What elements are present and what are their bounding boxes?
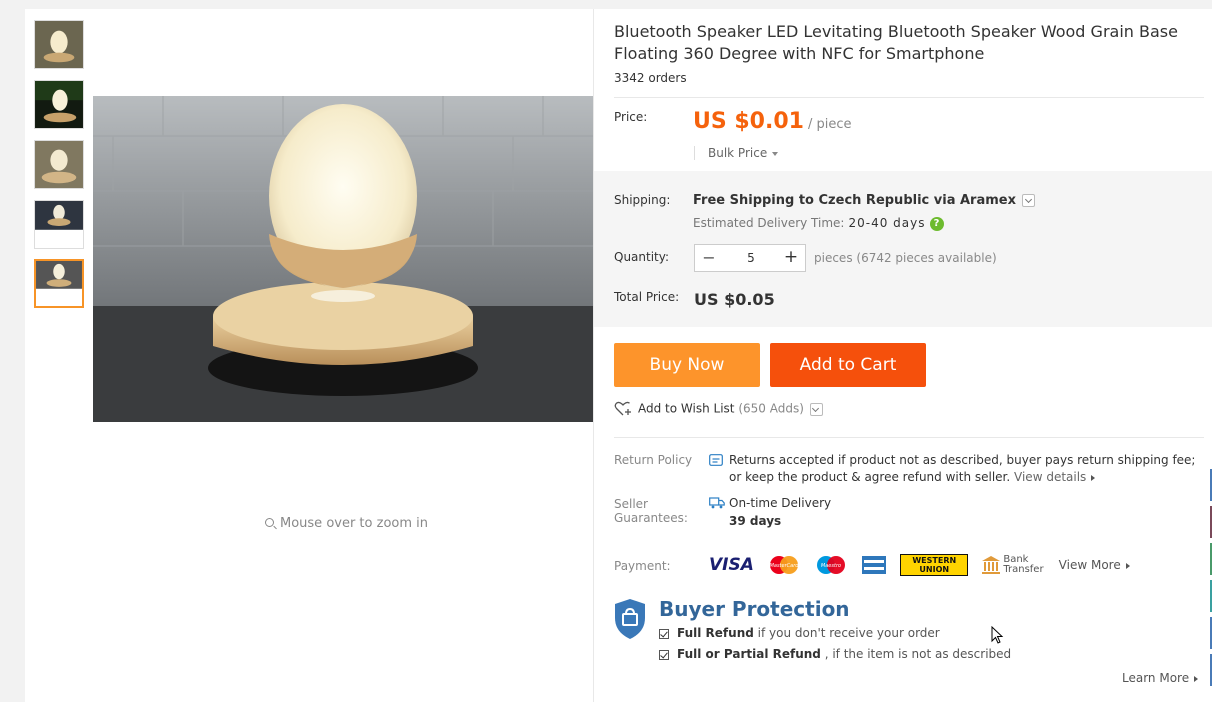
chevron-down-icon[interactable] — [1022, 194, 1035, 207]
protection-item-1: Full Refund if you don't receive your or… — [659, 626, 940, 640]
mastercard-text: MasterCard — [770, 563, 800, 569]
delivery-days: 20-40 days — [848, 216, 926, 230]
seller-label: Seller — [614, 497, 648, 511]
thumbnail-image — [35, 81, 83, 128]
price-value: US $0.01 — [693, 109, 804, 134]
column-divider — [593, 9, 594, 702]
quantity-label: Quantity: — [614, 250, 670, 264]
thumbnail-image — [36, 261, 82, 306]
quantity-stepper: − 5 + — [694, 244, 806, 272]
thumbnail-image — [35, 21, 83, 68]
buyer-protection-title: Buyer Protection — [659, 597, 850, 621]
heart-plus-icon — [614, 401, 631, 416]
bank-transfer-text: Bank Transfer — [1003, 555, 1043, 575]
view-more-link[interactable]: View More — [1059, 558, 1130, 572]
learn-more-label: Learn More — [1122, 671, 1190, 685]
wishlist-count: (650 Adds) — [738, 401, 804, 416]
bank-transfer-logo: Bank Transfer — [981, 555, 1044, 576]
thumbnail-5[interactable] — [34, 259, 84, 308]
view-details-label: View details — [1014, 470, 1087, 484]
quantity-plus-button[interactable]: + — [777, 245, 805, 271]
delivery-guarantee-days: 39 days — [729, 514, 782, 528]
caret-down-icon — [772, 151, 779, 156]
product-title: Bluetooth Speaker LED Levitating Bluetoo… — [614, 22, 1178, 63]
price-unit: / piece — [807, 117, 852, 132]
bulk-price-dropdown[interactable]: Bulk Price — [694, 146, 779, 160]
arrow-right-icon — [1091, 474, 1096, 481]
bulk-price-label: Bulk Price — [708, 146, 768, 160]
price-label: Price: — [614, 110, 648, 124]
divider — [614, 437, 1204, 438]
protection-item-2: Full or Partial Refund , if the item is … — [659, 647, 1011, 661]
chevron-down-icon[interactable] — [809, 402, 823, 416]
wishlist-label: Add to Wish List — [638, 401, 735, 416]
maestro-text: Maestro — [821, 563, 841, 569]
arrow-right-icon — [1194, 675, 1199, 682]
thumbnail-1[interactable] — [34, 20, 84, 69]
western-union-logo: WESTERN UNION — [900, 554, 969, 576]
return-policy-text: Returns accepted if product not as descr… — [729, 452, 1209, 486]
return-icon — [709, 454, 723, 466]
delivery-estimate: Estimated Delivery Time: 20-40 days? — [693, 216, 944, 231]
thumbnail-image — [35, 141, 83, 188]
add-to-wishlist[interactable]: Add to Wish List (650 Adds) — [614, 401, 823, 417]
checkbox-icon — [659, 649, 669, 660]
price: US $0.01/ piece — [693, 109, 852, 134]
guarantees-label: Guarantees: — [614, 511, 688, 525]
bank-icon — [982, 556, 1001, 575]
order-count: 3342 orders — [614, 71, 687, 85]
shipping-method-text: Free Shipping to Czech Republic via Aram… — [693, 193, 1016, 208]
add-to-cart-button[interactable]: Add to Cart — [770, 343, 926, 387]
wu-text-2: UNION — [919, 565, 950, 574]
cursor-icon — [991, 626, 1004, 644]
amex-logo — [862, 556, 887, 574]
thumbnail-4[interactable] — [34, 200, 84, 249]
product-photo — [93, 96, 593, 422]
return-policy-label: Return Policy — [614, 453, 693, 467]
total-price-label: Total Price: — [614, 290, 680, 304]
help-icon[interactable]: ? — [929, 216, 944, 231]
protection-item-1-text: if you don't receive your order — [753, 626, 940, 640]
divider — [614, 97, 1204, 98]
payment-label: Payment: — [614, 559, 671, 573]
protection-item-2-bold: Full or Partial Refund — [677, 647, 821, 661]
main-product-image[interactable] — [93, 96, 593, 422]
arrow-right-icon — [1125, 562, 1130, 569]
thumbnail-3[interactable] — [34, 140, 84, 189]
mastercard-logo: MasterCard — [770, 556, 800, 574]
maestro-logo: Maestro — [817, 556, 846, 574]
checkbox-icon — [659, 628, 669, 639]
learn-more-link[interactable]: Learn More — [1122, 671, 1199, 685]
buy-now-button[interactable]: Buy Now — [614, 343, 760, 387]
total-price-value: US $0.05 — [694, 290, 775, 309]
quantity-available: pieces (6742 pieces available) — [814, 251, 997, 265]
zoom-hint: Mouse over to zoom in — [265, 516, 428, 531]
seller-guarantees-label: Seller Guarantees: — [614, 497, 688, 525]
view-details-link[interactable]: View details — [1014, 470, 1096, 484]
view-more-label: View More — [1058, 558, 1121, 572]
on-time-delivery: On-time Delivery — [729, 496, 832, 510]
thumbnail-image — [35, 201, 83, 248]
protection-item-2-text: , if the item is not as described — [820, 647, 1012, 661]
shipping-method: Free Shipping to Czech Republic via Aram… — [693, 193, 1035, 208]
return-policy-desc: Returns accepted if product not as descr… — [729, 453, 1196, 484]
shipping-label: Shipping: — [614, 193, 671, 207]
wu-text-1: WESTERN — [912, 556, 957, 565]
shield-icon — [615, 599, 645, 639]
search-icon — [265, 518, 274, 527]
transfer-label: Transfer — [1003, 564, 1044, 576]
payment-methods: VISA MasterCard Maestro WESTERN UNION Ba… — [709, 554, 1130, 578]
visa-logo: VISA — [709, 555, 754, 575]
zoom-hint-text: Mouse over to zoom in — [280, 516, 428, 531]
thumbnail-2[interactable] — [34, 80, 84, 129]
product-page: Mouse over to zoom in Bluetooth Speaker … — [25, 9, 1212, 702]
quantity-input[interactable]: 5 — [723, 245, 779, 271]
truck-icon — [709, 497, 725, 509]
protection-item-1-bold: Full Refund — [677, 626, 754, 640]
quantity-minus-button[interactable]: − — [695, 245, 723, 271]
delivery-label: Estimated Delivery Time: — [693, 216, 845, 230]
